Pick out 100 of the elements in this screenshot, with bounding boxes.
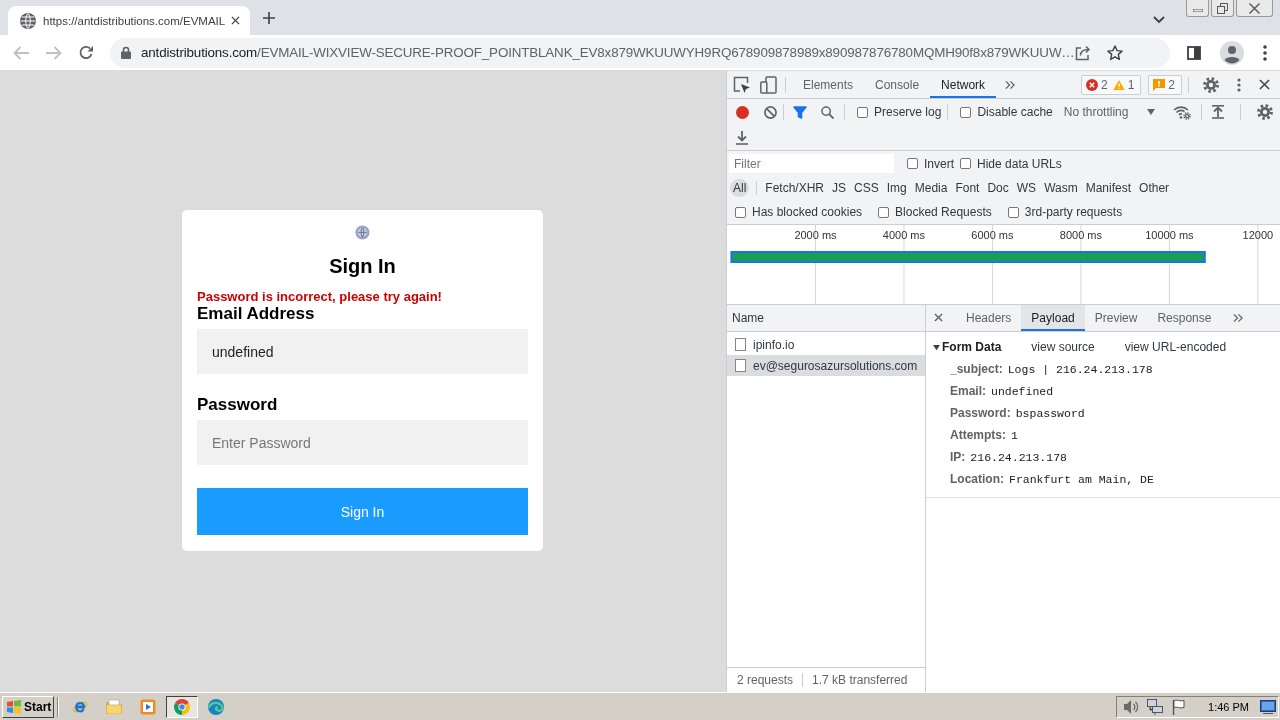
detail-tab[interactable]: Headers — [956, 305, 1022, 331]
chevron-down-icon[interactable] — [1153, 16, 1165, 24]
menu-icon[interactable] — [1263, 44, 1267, 61]
section-title[interactable]: Form Data — [942, 340, 1002, 354]
inspect-icon[interactable] — [733, 75, 751, 94]
reload-icon[interactable] — [78, 44, 94, 61]
error-message: Password is incorrect, please try again! — [197, 289, 443, 304]
devtools-tab[interactable]: Console — [864, 71, 931, 98]
option-label[interactable]: Invert — [924, 156, 954, 171]
checkbox[interactable] — [878, 206, 890, 218]
field-value: Logs | 216.24.213.178 — [1007, 362, 1153, 376]
search-icon[interactable] — [821, 105, 834, 119]
caret-down-icon[interactable] — [1147, 109, 1156, 115]
errors-warnings-button[interactable]: 2 1 — [1080, 74, 1142, 95]
option-label[interactable]: Disable cache — [977, 105, 1053, 119]
type-filter-button[interactable]: JS — [829, 179, 850, 197]
type-filter-button[interactable]: Doc — [984, 179, 1012, 197]
tick-label: 8000 ms — [1059, 229, 1102, 241]
expand-triangle-icon[interactable] — [933, 343, 940, 351]
file-icon — [735, 359, 746, 372]
field-value: undefined — [991, 384, 1054, 398]
type-filter-button[interactable]: CSS — [851, 179, 882, 197]
speaker-icon[interactable] — [1123, 698, 1140, 715]
close-window-button[interactable] — [1236, 0, 1273, 17]
settings-icon[interactable] — [1203, 76, 1219, 93]
option-label[interactable]: Has blocked cookies — [752, 205, 863, 219]
plus-icon[interactable] — [263, 12, 275, 24]
type-filter-button[interactable]: All — [730, 179, 750, 197]
taskbar-button[interactable] — [166, 695, 198, 718]
device-icon[interactable] — [760, 75, 777, 94]
sign-in-title: Sign In — [328, 254, 397, 279]
type-filter-button[interactable]: Manifest — [1082, 179, 1135, 197]
view-link[interactable]: view source — [1031, 340, 1095, 354]
option-label[interactable]: Blocked Requests — [895, 205, 992, 219]
checkbox[interactable] — [735, 206, 746, 218]
clock-text[interactable]: 1:46 PM — [1208, 700, 1249, 713]
close-icon[interactable] — [1259, 79, 1270, 90]
close-icon[interactable] — [934, 313, 943, 322]
checkbox[interactable] — [907, 158, 918, 169]
settings-icon[interactable] — [1257, 104, 1274, 120]
filter-field[interactable]: Filter — [729, 154, 894, 173]
type-filter-button[interactable]: Media — [911, 179, 951, 197]
checkbox[interactable] — [960, 106, 972, 118]
type-filter-button[interactable]: WS — [1013, 179, 1040, 197]
checkbox[interactable] — [857, 106, 868, 118]
clear-icon[interactable] — [764, 105, 777, 119]
star-icon[interactable] — [1106, 44, 1123, 61]
windows-flag-icon — [6, 699, 22, 714]
input-field[interactable]: undefined — [197, 329, 528, 374]
name-column-header[interactable]: Name — [727, 305, 925, 332]
checkbox[interactable] — [1007, 206, 1019, 218]
option-label[interactable]: Hide data URLs — [977, 156, 1062, 171]
record-icon[interactable] — [736, 105, 749, 119]
profile-icon[interactable] — [1220, 40, 1244, 65]
side-panel-icon[interactable] — [1187, 45, 1201, 60]
input-field[interactable]: Enter Password — [197, 420, 528, 465]
start-button[interactable]: Start — [2, 695, 54, 718]
network-icon[interactable] — [1147, 698, 1164, 715]
play-icon — [140, 698, 156, 715]
option-label[interactable]: 3rd-party requests — [1024, 205, 1123, 219]
double-chevron-icon[interactable] — [1005, 79, 1016, 90]
issue-flag-icon — [1153, 78, 1166, 91]
view-link[interactable]: view URL-encoded — [1124, 340, 1227, 354]
restore-icon — [1217, 2, 1228, 14]
filter-icon[interactable] — [793, 105, 807, 119]
field-key: _subject: — [950, 362, 1003, 376]
globe-icon — [20, 12, 36, 29]
minimize-icon — [1192, 9, 1203, 12]
close-icon[interactable] — [231, 16, 241, 25]
checkbox[interactable] — [960, 158, 971, 169]
segmented-circle-icon — [174, 698, 190, 715]
share-icon[interactable] — [1074, 44, 1091, 61]
detail-tab[interactable]: Response — [1147, 305, 1222, 331]
address-field[interactable]: antdistributions.com/EVMAIL-WIXVIEW-SECURE-PROOF_POINTBLANK_EV8x879WKUUWYH9RQ678909878989x890987876780MQMH90f8x879WKUUW… — [110, 37, 1170, 68]
more-icon[interactable] — [1237, 77, 1241, 92]
field-key: Location: — [950, 472, 1004, 486]
double-chevron-icon[interactable] — [1233, 313, 1244, 323]
type-filter-button[interactable]: Img — [883, 179, 910, 197]
browser-tab[interactable]: https://antdistributions.com/EVMAIL — [8, 6, 250, 35]
restore-button[interactable] — [1211, 0, 1234, 17]
tick-label: 6000 ms — [971, 229, 1014, 241]
tab-title: https://antdistributions.com/EVMAIL — [43, 14, 226, 27]
throttling-dropdown[interactable]: No throttling — [1063, 105, 1129, 119]
type-filter-button[interactable]: Fetch/XHR — [762, 179, 828, 197]
tick-label: 10000 ms — [1145, 229, 1194, 241]
type-filter-button[interactable]: Other — [1136, 179, 1173, 197]
desktop-icon[interactable] — [1260, 699, 1276, 714]
request-row[interactable]: ev@segurosazursolutions.com — [727, 355, 925, 376]
wifi-gear-icon[interactable] — [1173, 104, 1192, 120]
download-icon[interactable] — [736, 130, 748, 145]
flag-icon[interactable] — [1171, 698, 1188, 715]
request-row[interactable]: ipinfo.io — [727, 334, 925, 355]
option-label[interactable]: Preserve log — [874, 105, 942, 119]
devtools-tab[interactable]: Elements — [792, 71, 865, 98]
detail-tab[interactable]: Payload — [1021, 305, 1085, 331]
type-filter-button[interactable]: Font — [952, 179, 983, 197]
detail-tab[interactable]: Preview — [1084, 305, 1148, 331]
upload-icon[interactable] — [1212, 105, 1225, 119]
issues-button[interactable]: 2 — [1148, 74, 1182, 95]
type-filter-button[interactable]: Wasm — [1041, 179, 1081, 197]
